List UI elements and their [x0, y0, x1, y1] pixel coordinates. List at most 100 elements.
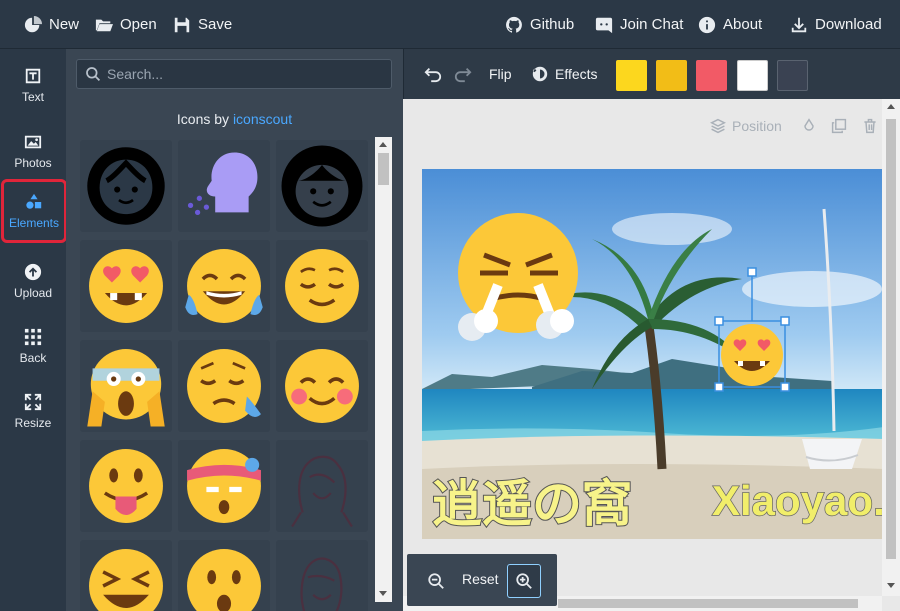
- icon-grid: [80, 140, 376, 611]
- rail-item-text[interactable]: Text: [0, 53, 66, 117]
- layers-icon: [710, 118, 726, 134]
- join-chat-link[interactable]: Join Chat: [595, 0, 683, 49]
- caption-latin[interactable]: Xiaoyao.: [712, 477, 884, 524]
- dark-face-icon: [278, 142, 366, 230]
- left-rail: Text Photos Elements Upload Back Resize: [0, 49, 66, 611]
- huffing-emoji-element[interactable]: [458, 213, 578, 341]
- vscroll-up-arrow-icon[interactable]: [887, 104, 895, 109]
- rail-item-elements[interactable]: Elements: [1, 179, 67, 243]
- caption-chinese[interactable]: 逍遥の窩: [432, 475, 632, 533]
- color-swatch-dark[interactable]: [777, 60, 808, 91]
- undo-icon: [424, 65, 442, 83]
- photo-icon: [24, 133, 42, 151]
- surprised-emoji-icon: [180, 542, 268, 611]
- download-label: Download: [815, 16, 882, 33]
- color-swatch-gold[interactable]: [656, 60, 687, 91]
- rail-item-upload[interactable]: Upload: [0, 249, 66, 313]
- vscroll-thumb[interactable]: [886, 119, 896, 559]
- position-label: Position: [732, 118, 782, 134]
- discord-icon: [595, 16, 613, 34]
- icon-cell[interactable]: [178, 440, 270, 532]
- vscroll-down-arrow-icon[interactable]: [887, 583, 895, 588]
- zoom-controls: Reset: [407, 554, 557, 606]
- canvas-vertical-scrollbar[interactable]: [882, 99, 900, 596]
- elements-panel: Icons by iconscout: [66, 49, 403, 611]
- icon-cell[interactable]: [80, 540, 172, 611]
- download-button[interactable]: Download: [790, 0, 882, 49]
- rail-item-back[interactable]: Back: [0, 314, 66, 378]
- design-canvas[interactable]: 逍遥の窩 Xiaoyao.: [422, 169, 884, 539]
- panel-scroll-thumb[interactable]: [378, 153, 389, 185]
- dots-grid-icon: [24, 328, 42, 346]
- duplicate-button[interactable]: [831, 117, 847, 135]
- zoom-out-button[interactable]: [419, 564, 453, 598]
- icon-cell[interactable]: [178, 340, 270, 432]
- laughing-squint-emoji-icon: [82, 542, 170, 611]
- icon-cell[interactable]: [276, 140, 368, 232]
- transparency-button[interactable]: [801, 117, 817, 135]
- folder-open-icon: [95, 16, 113, 34]
- icon-cell[interactable]: [80, 340, 172, 432]
- rail-label-elements: Elements: [9, 216, 59, 230]
- icon-cell[interactable]: [276, 340, 368, 432]
- color-swatch-red[interactable]: [696, 60, 727, 91]
- panel-scrollbar[interactable]: [375, 137, 392, 602]
- icon-cell[interactable]: [276, 440, 368, 532]
- save-button[interactable]: Save: [173, 0, 232, 49]
- icon-cell[interactable]: [80, 140, 172, 232]
- open-button[interactable]: Open: [95, 0, 157, 49]
- about-link[interactable]: About: [698, 0, 762, 49]
- zoom-out-icon: [427, 572, 445, 590]
- smiling-blush-emoji-icon: [278, 342, 366, 430]
- relieved-emoji-icon: [278, 242, 366, 330]
- redo-icon: [454, 65, 472, 83]
- color-swatch-yellow[interactable]: [616, 60, 647, 91]
- download-icon: [790, 16, 808, 34]
- position-button[interactable]: Position: [710, 117, 782, 135]
- info-icon: [698, 16, 716, 34]
- rail-item-photos[interactable]: Photos: [0, 119, 66, 183]
- delete-button[interactable]: [862, 117, 878, 135]
- github-label: Github: [530, 16, 574, 33]
- droplet-icon: [801, 118, 817, 134]
- flip-button[interactable]: Flip: [489, 49, 512, 99]
- github-link[interactable]: Github: [505, 0, 574, 49]
- icon-cell[interactable]: [276, 540, 368, 611]
- icon-cell[interactable]: [178, 140, 270, 232]
- search-input[interactable]: [107, 66, 377, 82]
- new-button[interactable]: New: [24, 0, 79, 49]
- undo-button[interactable]: [424, 49, 442, 99]
- rail-label-back: Back: [20, 351, 47, 365]
- canvas-workspace: Position: [403, 99, 900, 611]
- iconscout-link[interactable]: iconscout: [233, 111, 292, 127]
- rail-item-resize[interactable]: Resize: [0, 379, 66, 443]
- redo-button[interactable]: [454, 49, 472, 99]
- icon-cell[interactable]: [80, 240, 172, 332]
- tears-of-joy-emoji-icon: [180, 242, 268, 330]
- icon-cell[interactable]: [276, 240, 368, 332]
- credit-prefix: Icons by: [177, 111, 229, 127]
- hscroll-thumb[interactable]: [558, 599, 858, 608]
- icons-credit: Icons by iconscout: [66, 111, 403, 127]
- rail-label-photos: Photos: [14, 156, 51, 170]
- icon-cell[interactable]: [178, 540, 270, 611]
- text-icon: [24, 67, 42, 85]
- join-chat-label: Join Chat: [620, 16, 683, 33]
- color-swatch-white[interactable]: [737, 60, 768, 91]
- github-icon: [505, 16, 523, 34]
- icon-cell[interactable]: [80, 440, 172, 532]
- flip-label: Flip: [489, 66, 512, 82]
- open-label: Open: [120, 16, 157, 33]
- zoom-reset-button[interactable]: Reset: [462, 571, 499, 587]
- top-bar: New Open Save Github Join Chat About Dow…: [0, 0, 900, 49]
- tongue-out-emoji-icon: [82, 442, 170, 530]
- icon-cell[interactable]: [178, 240, 270, 332]
- shapes-icon: [25, 193, 43, 211]
- effects-button[interactable]: Effects: [531, 49, 598, 99]
- scroll-down-arrow-icon[interactable]: [379, 591, 387, 596]
- zoom-in-button[interactable]: [507, 564, 541, 598]
- scroll-up-arrow-icon[interactable]: [379, 142, 387, 147]
- search-icon: [85, 66, 101, 82]
- save-label: Save: [198, 16, 232, 33]
- heart-eyes-emoji-icon: [82, 242, 170, 330]
